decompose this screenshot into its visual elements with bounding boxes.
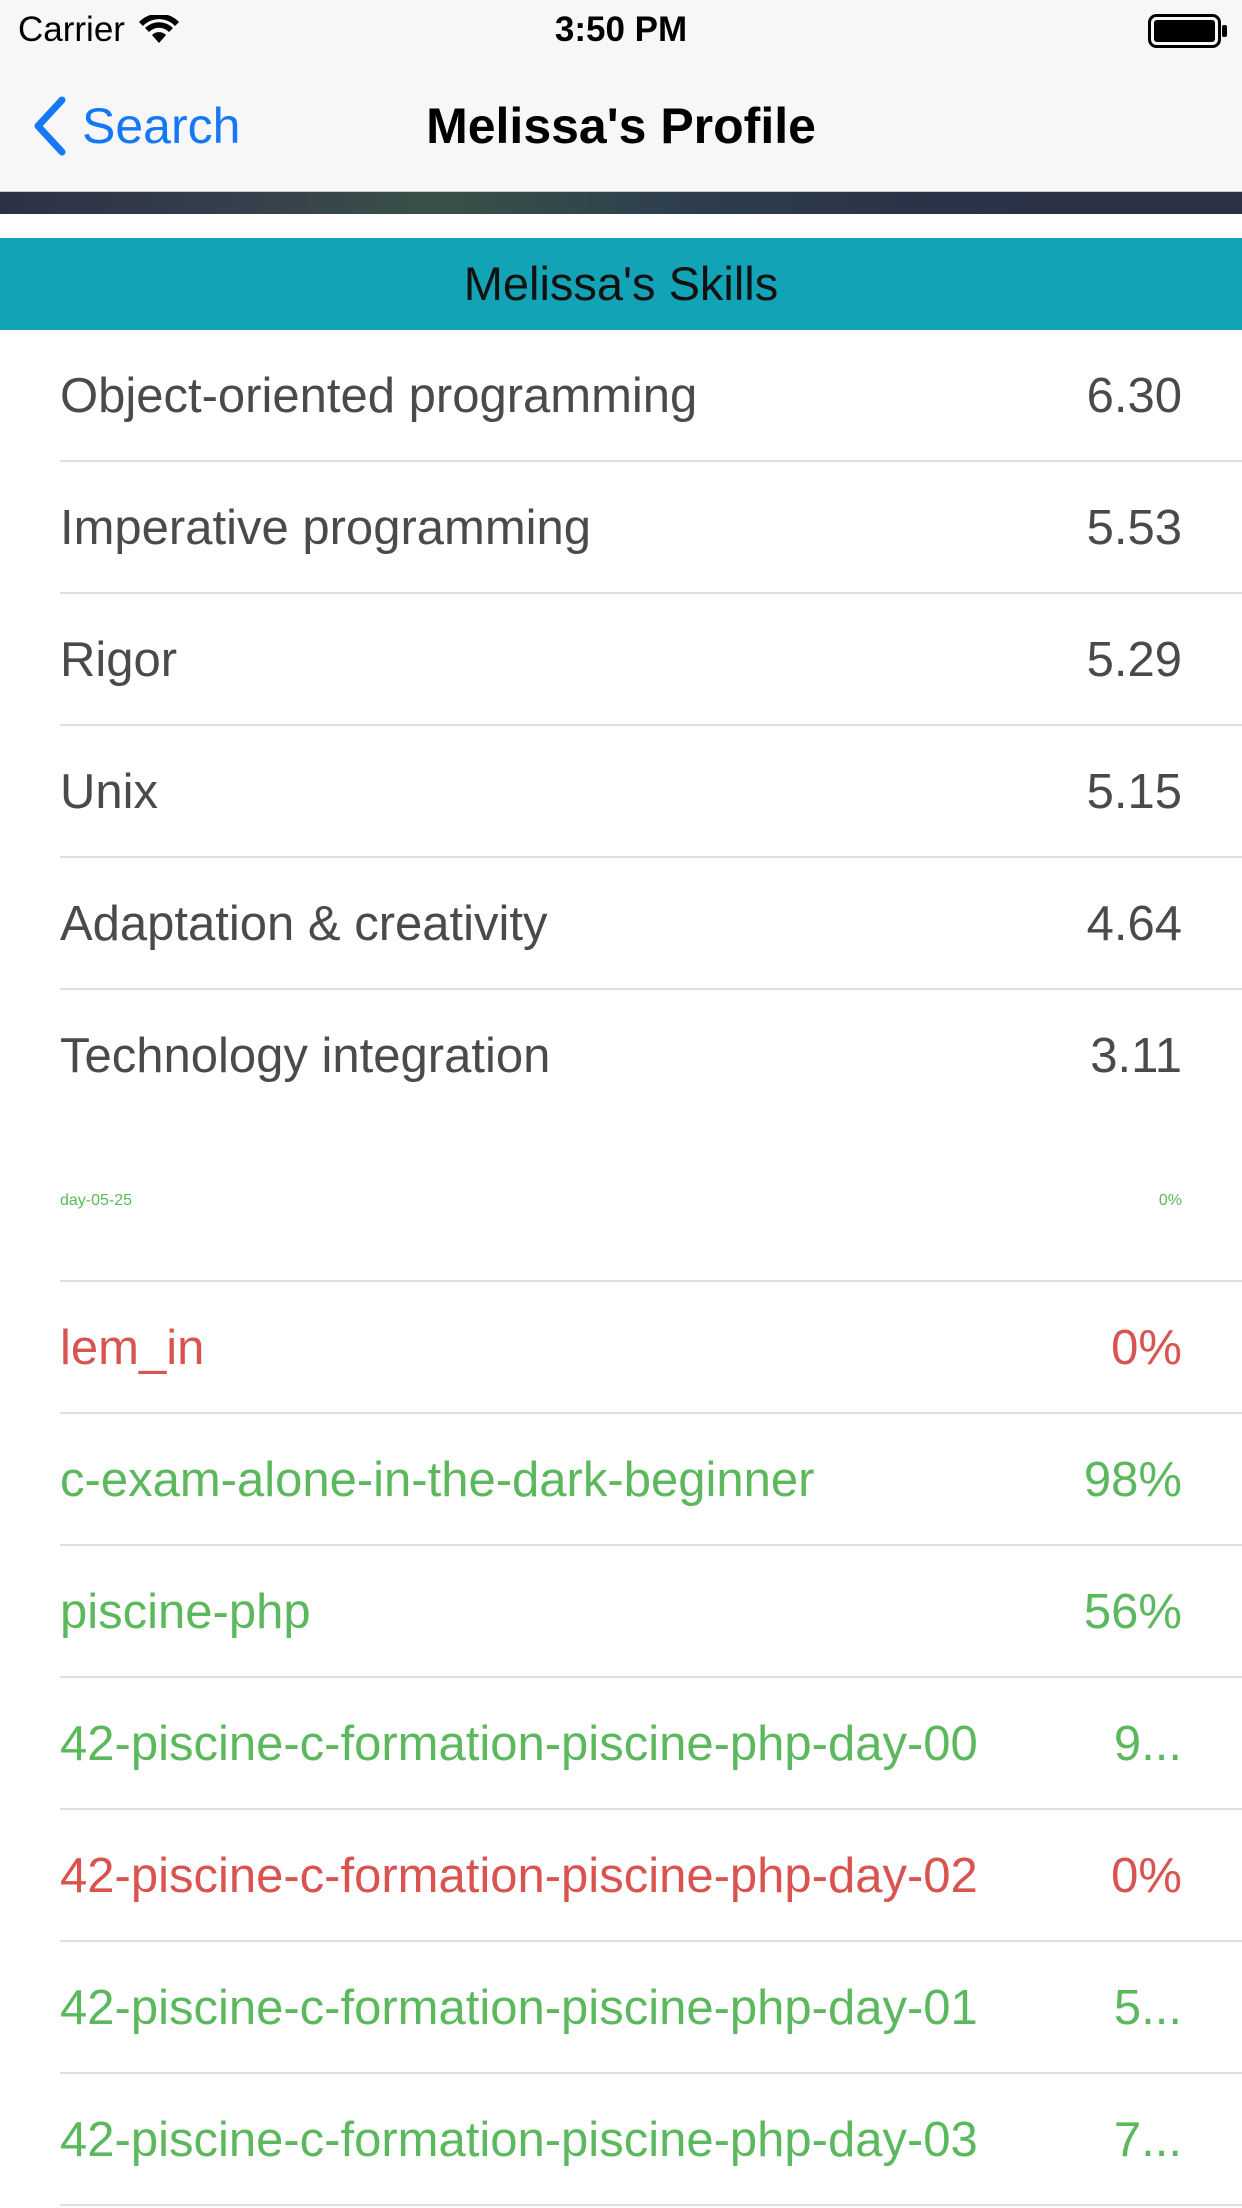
project-row[interactable]: 42-piscine-c-formation-piscine-php-day-0… [0, 1678, 1242, 1810]
project-row[interactable]: c-exam-alone-in-the-dark-beginner 98% [0, 1414, 1242, 1546]
skill-row: Imperative programming 5.53 [0, 462, 1242, 594]
project-row-content: day-05-25 0% [0, 1180, 1242, 1282]
skill-level: 3.11 [1090, 1029, 1182, 1083]
skill-name: Object-oriented programming [60, 369, 698, 423]
project-mark: 56% [1083, 1585, 1182, 1639]
skill-name: Adaptation & creativity [60, 897, 548, 951]
project-name: 42-piscine-c-formation-piscine-php-day-0… [60, 2113, 978, 2167]
page-title: Melissa's Profile [426, 98, 816, 154]
skills-header: Melissa's Skills [0, 238, 1242, 330]
skill-row: Adaptation & creativity 4.64 [0, 858, 1242, 990]
project-mark: 0% [1158, 1192, 1182, 1209]
project-row[interactable]: day-05-25 0% [0, 1180, 1242, 1282]
project-name: c-exam-alone-in-the-dark-beginner [60, 1453, 815, 1507]
project-row[interactable]: piscine-php 56% [0, 1546, 1242, 1678]
project-name: 42-piscine-c-formation-piscine-php-day-0… [60, 1981, 978, 2035]
skill-row: Object-oriented programming 6.30 [0, 330, 1242, 462]
battery-icon [1148, 14, 1227, 48]
back-button[interactable]: Search [30, 90, 240, 162]
skill-level: 6.30 [1086, 369, 1182, 423]
project-mark: 7... [1113, 2113, 1182, 2167]
profile-screen: Carrier 3:50 PM Search Melissa's Profile… [0, 0, 1242, 2208]
skill-level: 5.53 [1086, 501, 1182, 555]
project-mark: 0% [1111, 1321, 1182, 1375]
skill-row: Rigor 5.29 [0, 594, 1242, 726]
project-row[interactable]: lem_in 0% [0, 1282, 1242, 1414]
project-row[interactable]: 42-piscine-c-formation-piscine-php-day-0… [0, 1942, 1242, 2074]
skill-row: Unix 5.15 [0, 726, 1242, 858]
project-name: 42-piscine-c-formation-piscine-php-day-0… [60, 1849, 978, 1903]
skill-name: Unix [60, 765, 159, 819]
skill-level: 4.64 [1086, 897, 1182, 951]
project-row[interactable]: 42-piscine-c-formation-piscine-php-day-0… [0, 1810, 1242, 1942]
project-mark: 98% [1083, 1453, 1182, 1507]
profile-header-image [0, 192, 1242, 214]
skill-row: Technology integration 3.11 [0, 990, 1242, 1122]
skill-name: Rigor [60, 633, 178, 687]
skill-name: Imperative programming [60, 501, 592, 555]
project-name: lem_in [60, 1321, 205, 1375]
project-row[interactable]: 42-piscine-c-formation-piscine-php-day-0… [0, 2074, 1242, 2206]
project-mark: 9... [1113, 1717, 1182, 1771]
navigation-bar: Search Melissa's Profile [0, 60, 1242, 192]
status-time: 3:50 PM [554, 10, 688, 49]
skill-name: Technology integration [60, 1029, 551, 1083]
skill-level: 5.29 [1086, 633, 1182, 687]
back-label: Search [82, 98, 241, 154]
project-name: day-05-25 [60, 1192, 133, 1209]
project-name: 42-piscine-c-formation-piscine-php-day-0… [60, 1717, 978, 1771]
project-mark: 0% [1111, 1849, 1182, 1903]
skill-level: 5.15 [1086, 765, 1182, 819]
project-mark: 5... [1113, 1981, 1182, 2035]
chevron-left-icon [34, 96, 66, 156]
status-bar: Carrier 3:50 PM [0, 0, 1242, 60]
project-name: piscine-php [60, 1585, 311, 1639]
